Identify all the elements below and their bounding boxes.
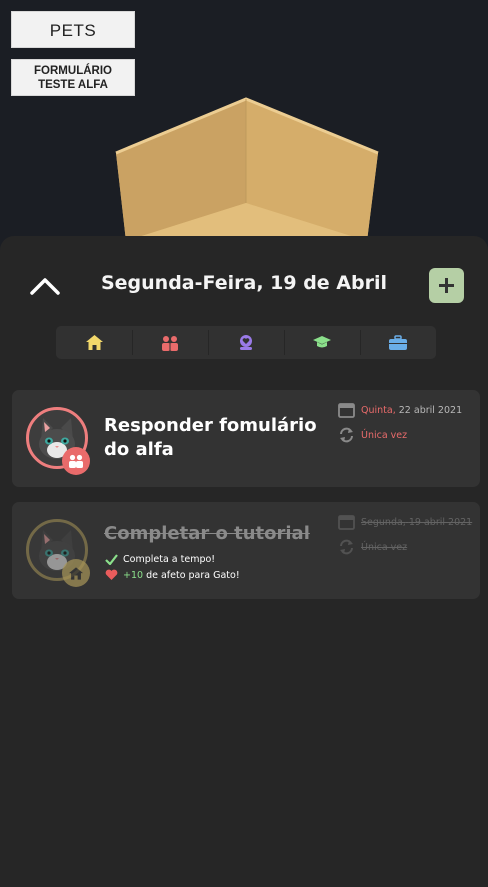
pets-button[interactable]: PETS (11, 11, 135, 48)
task-date-text: 22 abril 2021 (398, 404, 463, 416)
repeat-text: Única vez (361, 429, 408, 441)
result-ontime: Completa a tempo! (105, 551, 240, 567)
category-badge (62, 447, 90, 475)
task-repeat: Única vez (338, 427, 407, 443)
group-icon (162, 335, 178, 351)
repeat-icon (340, 427, 353, 443)
completion-results: Completa a tempo! +10 de afeto para Gato… (105, 551, 240, 583)
tasks-panel: Segunda-Feira, 19 de Abril Responder fom… (0, 236, 488, 887)
check-icon (105, 553, 118, 565)
result-ontime-text: Completa a tempo! (123, 553, 216, 565)
affection-amount: +10 (123, 569, 144, 581)
day-header: Segunda-Feira, 19 de Abril (0, 236, 488, 326)
form-button-line2: TESTE ALFA (38, 79, 108, 91)
task-card-completed[interactable]: Completar o tutorial Segunda, 19 abril 2… (12, 502, 480, 599)
task-repeat: Única vez (338, 539, 407, 555)
task-title: Responder fomulário do alfa (104, 415, 317, 460)
task-date-text: 19 abril 2021 (408, 516, 473, 528)
form-test-alfa-button[interactable]: FORMULÁRIO TESTE ALFA (11, 59, 135, 96)
pet-scene: PETS FORMULÁRIO TESTE ALFA (0, 0, 488, 260)
task-day: Segunda, (361, 516, 406, 528)
category-study[interactable] (284, 326, 360, 359)
task-card[interactable]: Responder fomulário do alfa Quinta, 22 a… (12, 390, 480, 487)
task-title: Completar o tutorial (104, 523, 310, 544)
task-date: Quinta, 22 abril 2021 (338, 402, 462, 418)
home-icon (69, 566, 83, 580)
pet-box-illustration (115, 97, 379, 241)
task-day: Quinta, (361, 404, 396, 416)
briefcase-icon (389, 335, 407, 350)
heart-icon (105, 569, 118, 580)
calendar-icon (338, 403, 355, 418)
graduation-cap-icon (313, 336, 331, 348)
repeat-text: Única vez (361, 541, 408, 553)
category-badge (62, 559, 90, 587)
affection-text: de afeto para Gato! (146, 569, 240, 581)
category-home[interactable] (56, 326, 132, 359)
home-icon (85, 335, 103, 350)
category-work[interactable] (360, 326, 436, 359)
repeat-icon (340, 539, 353, 555)
task-date: Segunda, 19 abril 2021 (338, 514, 472, 530)
calendar-icon (338, 515, 355, 530)
group-icon (69, 454, 83, 468)
category-care[interactable] (208, 326, 284, 359)
date-title: Segunda-Feira, 19 de Abril (100, 272, 388, 294)
add-task-button[interactable] (429, 268, 464, 303)
hands-heart-icon (240, 335, 252, 350)
form-button-line1: FORMULÁRIO (34, 65, 112, 77)
category-filter-bar (56, 326, 436, 359)
result-affection: +10 de afeto para Gato! (105, 567, 240, 583)
category-group[interactable] (132, 326, 208, 359)
